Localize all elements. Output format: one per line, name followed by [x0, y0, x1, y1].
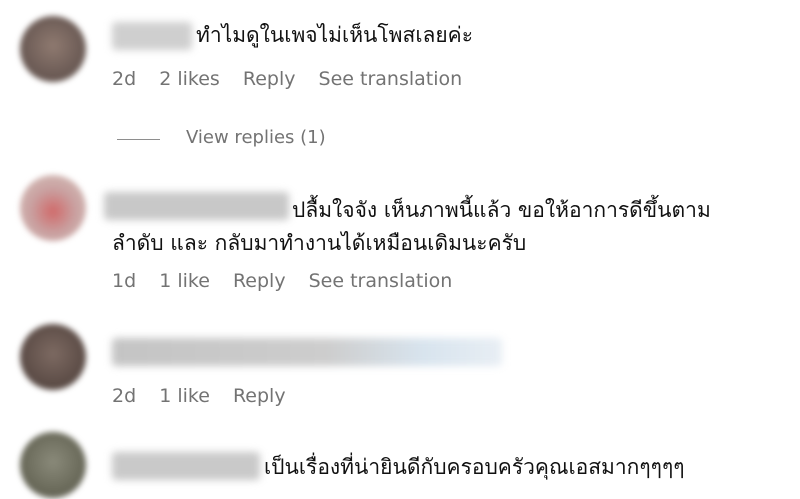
- likes-count[interactable]: 2 likes: [159, 68, 220, 90]
- comment-text-line-1: ปลื้มใจจัง เห็นภาพนี้แล้ว ขอให้อาการดีขึ…: [292, 198, 711, 222]
- username[interactable]: [104, 192, 289, 220]
- avatar[interactable]: [20, 175, 86, 241]
- see-translation-button[interactable]: See translation: [319, 68, 463, 90]
- reply-button[interactable]: Reply: [233, 385, 286, 407]
- avatar[interactable]: [20, 432, 86, 498]
- reply-button[interactable]: Reply: [233, 270, 286, 292]
- comment-text: เป็นเรื่องที่น่ายินดีกับครอบครัวคุณเอสมา…: [264, 455, 685, 479]
- timestamp: 2d: [112, 385, 137, 407]
- timestamp: 2d: [112, 68, 137, 90]
- see-translation-button[interactable]: See translation: [309, 270, 453, 292]
- avatar[interactable]: [20, 16, 86, 82]
- avatar[interactable]: [20, 324, 86, 390]
- username[interactable]: [112, 338, 502, 366]
- username[interactable]: [112, 22, 192, 50]
- comment-meta: 2d 2 likes Reply See translation: [112, 68, 479, 90]
- likes-count[interactable]: 1 like: [159, 270, 210, 292]
- reply-button[interactable]: Reply: [243, 68, 296, 90]
- username[interactable]: [112, 452, 260, 480]
- replies-divider: [117, 139, 160, 140]
- timestamp: 1d: [112, 270, 137, 292]
- likes-count[interactable]: 1 like: [159, 385, 210, 407]
- comment-meta: 1d 1 like Reply See translation: [112, 270, 469, 292]
- comment-text-line-2: ลำดับ และ กลับมาทำงานได้เหมือนเดิมนะครับ: [112, 231, 527, 255]
- view-replies-button[interactable]: View replies (1): [186, 127, 326, 148]
- comment-text: ทำไมดูในเพจไม่เห็นโพสเลยค่ะ: [196, 23, 474, 47]
- comment-meta: 2d 1 like Reply: [112, 385, 303, 407]
